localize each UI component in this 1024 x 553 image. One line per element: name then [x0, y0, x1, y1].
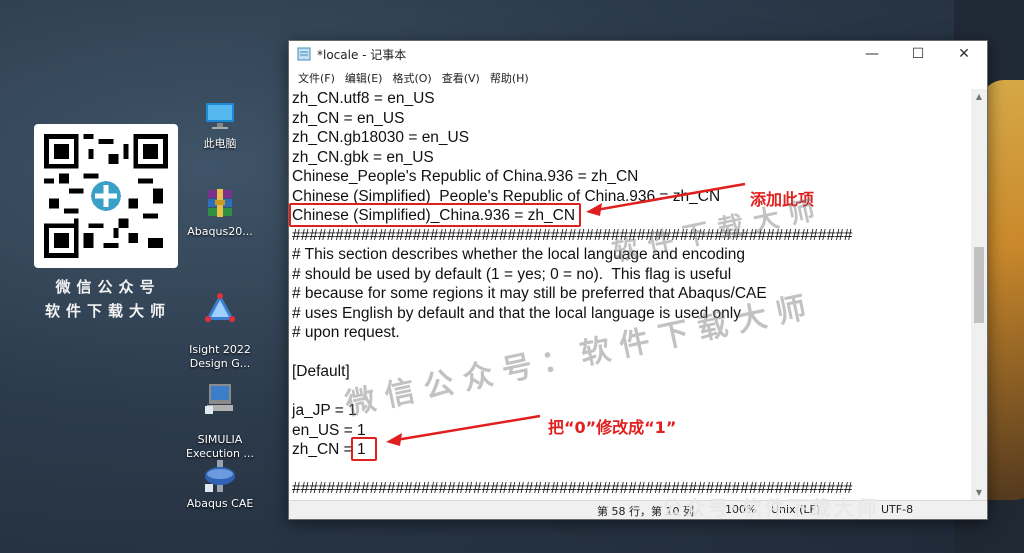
minimize-button[interactable]: — [849, 41, 895, 67]
editor-line: # because for some regions it may still … [292, 285, 767, 302]
desktop-icon-label: SIMULIA Execution ... [186, 433, 254, 460]
maximize-button[interactable]: ☐ [895, 41, 941, 67]
vertical-scrollbar[interactable]: ▲ ▼ [971, 89, 987, 501]
qr-caption-line-2: 软件下载大师 [44, 302, 171, 320]
desktop-icon-simulia[interactable]: SIMULIA Execution ... [180, 366, 260, 461]
qr-caption-line-1: 微信公众号 [55, 278, 161, 296]
notepad-icon [297, 47, 311, 61]
menu-bar: 文件(F) 编辑(E) 格式(O) 查看(V) 帮助(H) [289, 67, 987, 89]
editor-line: zh_CN.gbk = en_US [292, 148, 434, 166]
added-line-highlight-box [289, 203, 581, 227]
desktop-icon-label: Abaqus20... [187, 225, 253, 238]
isight-icon [205, 293, 235, 322]
status-bar: 第 58 行，第 10 列 100% Unix (LF) UTF-8 [289, 500, 987, 519]
window-title: *locale - 记事本 [317, 47, 407, 62]
desktop-icon-label: Abaqus CAE [186, 497, 254, 510]
watermark-bottom: 公众号·软件下载大师 [662, 496, 880, 520]
menu-format[interactable]: 格式(O) [387, 70, 436, 86]
title-bar[interactable]: *locale - 记事本 — ☐ ✕ [289, 41, 987, 67]
simulia-icon [205, 384, 233, 414]
computer-icon [206, 103, 234, 129]
qr-code-card [34, 124, 178, 268]
menu-edit[interactable]: 编辑(E) [340, 70, 388, 86]
annotation-arrow-icon [386, 414, 541, 446]
desktop-icon-this-pc[interactable]: 此电脑 [180, 98, 260, 151]
close-button[interactable]: ✕ [941, 41, 987, 67]
desktop-icon-abaqus-archive[interactable]: Abaqus20... [180, 186, 260, 239]
editor-line: # should be used by default (1 = yes; 0 … [292, 265, 732, 283]
scroll-down-icon[interactable]: ▼ [971, 485, 987, 501]
menu-view[interactable]: 查看(V) [437, 70, 485, 86]
desktop-icon-label: 此电脑 [203, 137, 237, 150]
editor-line: zh_CN = en_US [292, 109, 405, 127]
scrollbar-thumb[interactable] [974, 247, 984, 323]
editor-line: zh_CN.utf8 = en_US [292, 90, 435, 107]
menu-file[interactable]: 文件(F) [293, 70, 340, 86]
status-encoding: UTF-8 [881, 503, 914, 516]
menu-help[interactable]: 帮助(H) [485, 70, 534, 86]
abaqus-icon [205, 460, 235, 492]
qr-code-icon [44, 134, 168, 258]
editor-line: zh_CN.gb18030 = en_US [292, 129, 470, 146]
annotation-change-value: 把“0”修改成“1” [548, 418, 677, 437]
notepad-window: *locale - 记事本 — ☐ ✕ 文件(F) 编辑(E) 格式(O) 查看… [288, 40, 988, 520]
scroll-up-icon[interactable]: ▲ [971, 89, 987, 105]
desktop-icon-isight[interactable]: Isight 2022 Design G... [180, 276, 260, 371]
winrar-icon [208, 189, 232, 217]
modified-value-highlight-box [351, 437, 377, 461]
desktop-icon-abaqus-cae[interactable]: Abaqus CAE [180, 458, 260, 511]
